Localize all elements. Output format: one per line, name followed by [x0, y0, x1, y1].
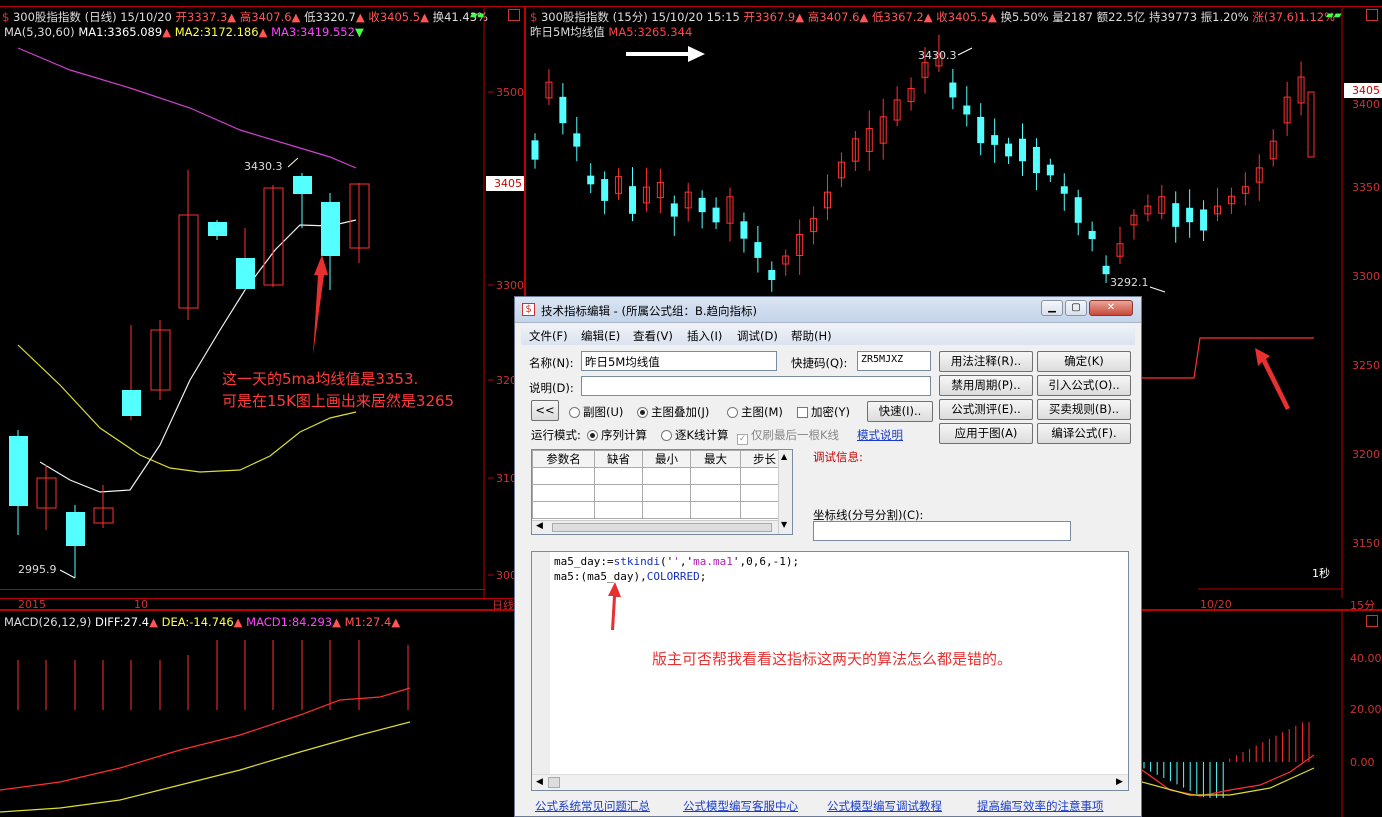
param-col-default: 缺省 — [594, 450, 643, 468]
macd-tick: 0.00 — [1350, 756, 1375, 769]
dialog-titlebar[interactable]: $ 技术指标编辑 - (所属公式组：B.趋向指标) ▁ ▢ ✕ — [515, 297, 1141, 323]
description-input[interactable] — [581, 376, 931, 396]
menu-file[interactable]: 文件(F) — [529, 328, 568, 344]
editor-hscroll[interactable]: ◀ ▶ — [532, 774, 1128, 790]
dea-line — [0, 721, 411, 813]
editor-red-arrow — [608, 582, 621, 630]
formula-editor[interactable]: ma5_day:=stkindi('','ma.ma1',0,6,-1); ma… — [531, 551, 1129, 791]
param-col-max: 最大 — [690, 450, 741, 468]
usage-notes-button[interactable]: 用法注释(R).. — [939, 351, 1033, 372]
editor-gutter — [532, 552, 550, 776]
evaluate-button[interactable]: 公式测评(E).. — [939, 399, 1033, 420]
trade-rules-button[interactable]: 买卖规则(B).. — [1037, 399, 1131, 420]
restore-button[interactable]: ▢ — [1065, 300, 1087, 316]
scroll-left-icon[interactable]: ◀ — [536, 521, 543, 531]
import-formula-button[interactable]: 引入公式(O).. — [1037, 375, 1131, 396]
close-button[interactable]: ✕ — [1089, 300, 1133, 316]
question-text: 版主可否帮我看看这指标这两天的算法怎么都是错的。 — [652, 650, 1013, 668]
param-table[interactable]: 参数名 缺省 最小 最大 步长 ◀ ▲ ▼ — [531, 449, 793, 535]
scroll-up-icon[interactable]: ▲ — [781, 452, 787, 461]
scroll-left-icon[interactable]: ◀ — [536, 777, 543, 787]
maximize-icon[interactable] — [1366, 615, 1378, 627]
shortcut-label: 快捷码(Q): — [791, 356, 848, 370]
menu-bar: 文件(F) 编辑(E) 查看(V) 插入(I) 调试(D) 帮助(H) — [521, 325, 1135, 345]
menu-insert[interactable]: 插入(I) — [687, 328, 722, 344]
description-label: 说明(D): — [529, 381, 574, 395]
ban-period-button[interactable]: 禁用周期(P).. — [939, 375, 1033, 396]
fast-button[interactable]: 快速(I).. — [867, 401, 933, 422]
mode-help-link[interactable]: 模式说明 — [857, 427, 903, 443]
encrypt-checkbox[interactable]: 加密(Y) — [797, 404, 850, 420]
diff-line-right — [1141, 754, 1315, 797]
collapse-button[interactable]: << — [531, 400, 559, 421]
scroll-thumb[interactable] — [548, 777, 560, 788]
minimize-button[interactable]: ▁ — [1041, 300, 1063, 316]
menu-help[interactable]: 帮助(H) — [791, 328, 832, 344]
compile-button[interactable]: 编译公式(F). — [1037, 423, 1131, 444]
param-vscroll[interactable]: ▲ ▼ — [778, 450, 792, 534]
menu-debug[interactable]: 调试(D) — [737, 328, 778, 344]
debug-info-label: 调试信息: — [813, 450, 863, 464]
radio-sequence[interactable]: 序列计算 — [587, 427, 647, 443]
code-line-1: ma5_day:=stkindi('','ma.ma1',0,6,-1); — [554, 555, 800, 568]
param-hscroll[interactable]: ◀ — [532, 520, 778, 534]
name-label: 名称(N): — [529, 356, 574, 370]
menu-edit[interactable]: 编辑(E) — [581, 328, 620, 344]
refresh-last-checkbox[interactable]: ✓ 仅刷最后一根K线 — [737, 427, 839, 445]
radio-subchart[interactable]: 副图(U) — [569, 404, 623, 420]
apply-to-chart-button[interactable]: 应用于图(A) — [939, 423, 1033, 444]
radio-per-bar[interactable]: 逐K线计算 — [661, 427, 729, 443]
shortcut-input[interactable]: ZR5MJXZ — [857, 351, 931, 371]
coord-line-input[interactable] — [813, 521, 1071, 541]
indicator-editor-dialog[interactable]: $ 技术指标编辑 - (所属公式组：B.趋向指标) ▁ ▢ ✕ 文件(F) 编辑… — [514, 296, 1142, 817]
ok-button[interactable]: 确定(K) — [1037, 351, 1131, 372]
macd-tick: 20.00 — [1350, 703, 1382, 716]
param-col-min: 最小 — [642, 450, 691, 468]
run-mode-label: 运行模式: — [531, 428, 581, 442]
radio-main-chart[interactable]: 主图(M) — [727, 404, 783, 420]
scroll-down-icon[interactable]: ▼ — [781, 520, 787, 529]
help-link[interactable]: 公式系统常见问题汇总 — [535, 798, 650, 814]
scroll-thumb[interactable] — [552, 523, 772, 532]
macd-tick: 40.00 — [1350, 652, 1382, 665]
dialog-title: 技术指标编辑 - (所属公式组：B.趋向指标) — [541, 304, 757, 318]
app-icon: $ — [522, 303, 535, 316]
code-line-2: ma5:(ma5_day),COLORRED; — [554, 570, 707, 583]
diff-line — [0, 687, 411, 791]
menu-view[interactable]: 查看(V) — [633, 328, 673, 344]
name-input[interactable]: 昨日5M均线值 — [581, 351, 777, 371]
scroll-right-icon[interactable]: ▶ — [1116, 777, 1123, 787]
param-col-name: 参数名 — [532, 450, 595, 468]
help-link[interactable]: 公式模型编写客服中心 — [683, 798, 798, 814]
radio-main-overlay[interactable]: 主图叠加(J) — [637, 404, 709, 420]
help-link[interactable]: 提高编写效率的注意事项 — [977, 798, 1104, 814]
help-link[interactable]: 公式模型编写调试教程 — [827, 798, 942, 814]
